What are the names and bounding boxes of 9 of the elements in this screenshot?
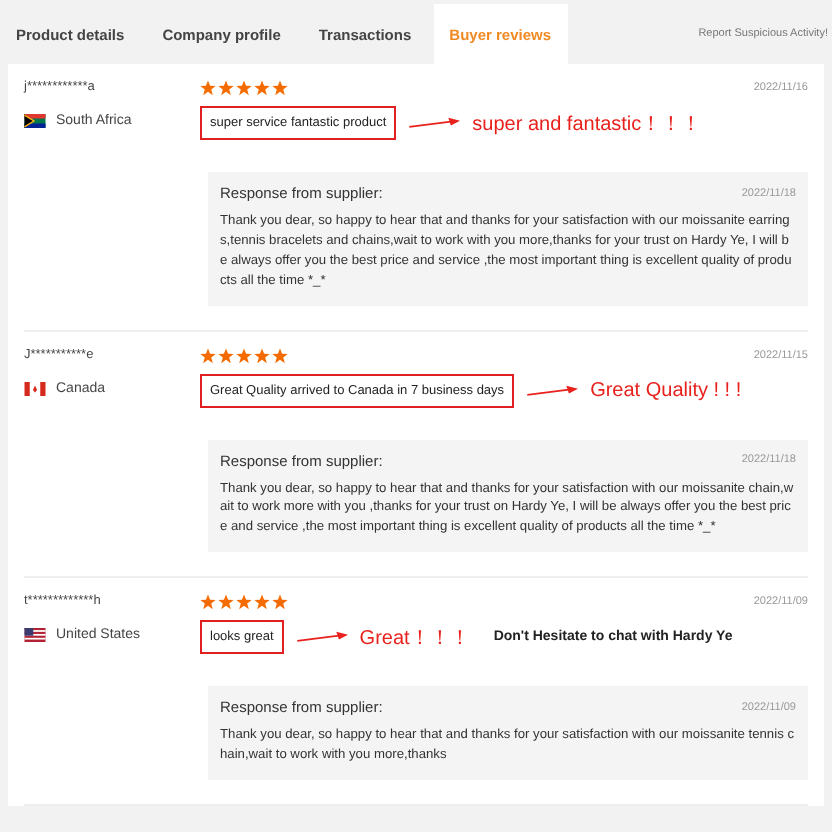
arrow-annotation <box>408 116 461 130</box>
annotation-text: Great！！！ <box>359 625 470 652</box>
flag-icon <box>24 628 46 643</box>
arrow-annotation <box>526 383 579 398</box>
arrow-annotation <box>295 630 348 645</box>
flag-icon <box>24 381 46 396</box>
flag-icon <box>24 114 46 128</box>
annotation-text: Great Quality ! ! ! <box>590 379 742 402</box>
annotation-text: super and fantastic！！！ <box>472 111 702 137</box>
